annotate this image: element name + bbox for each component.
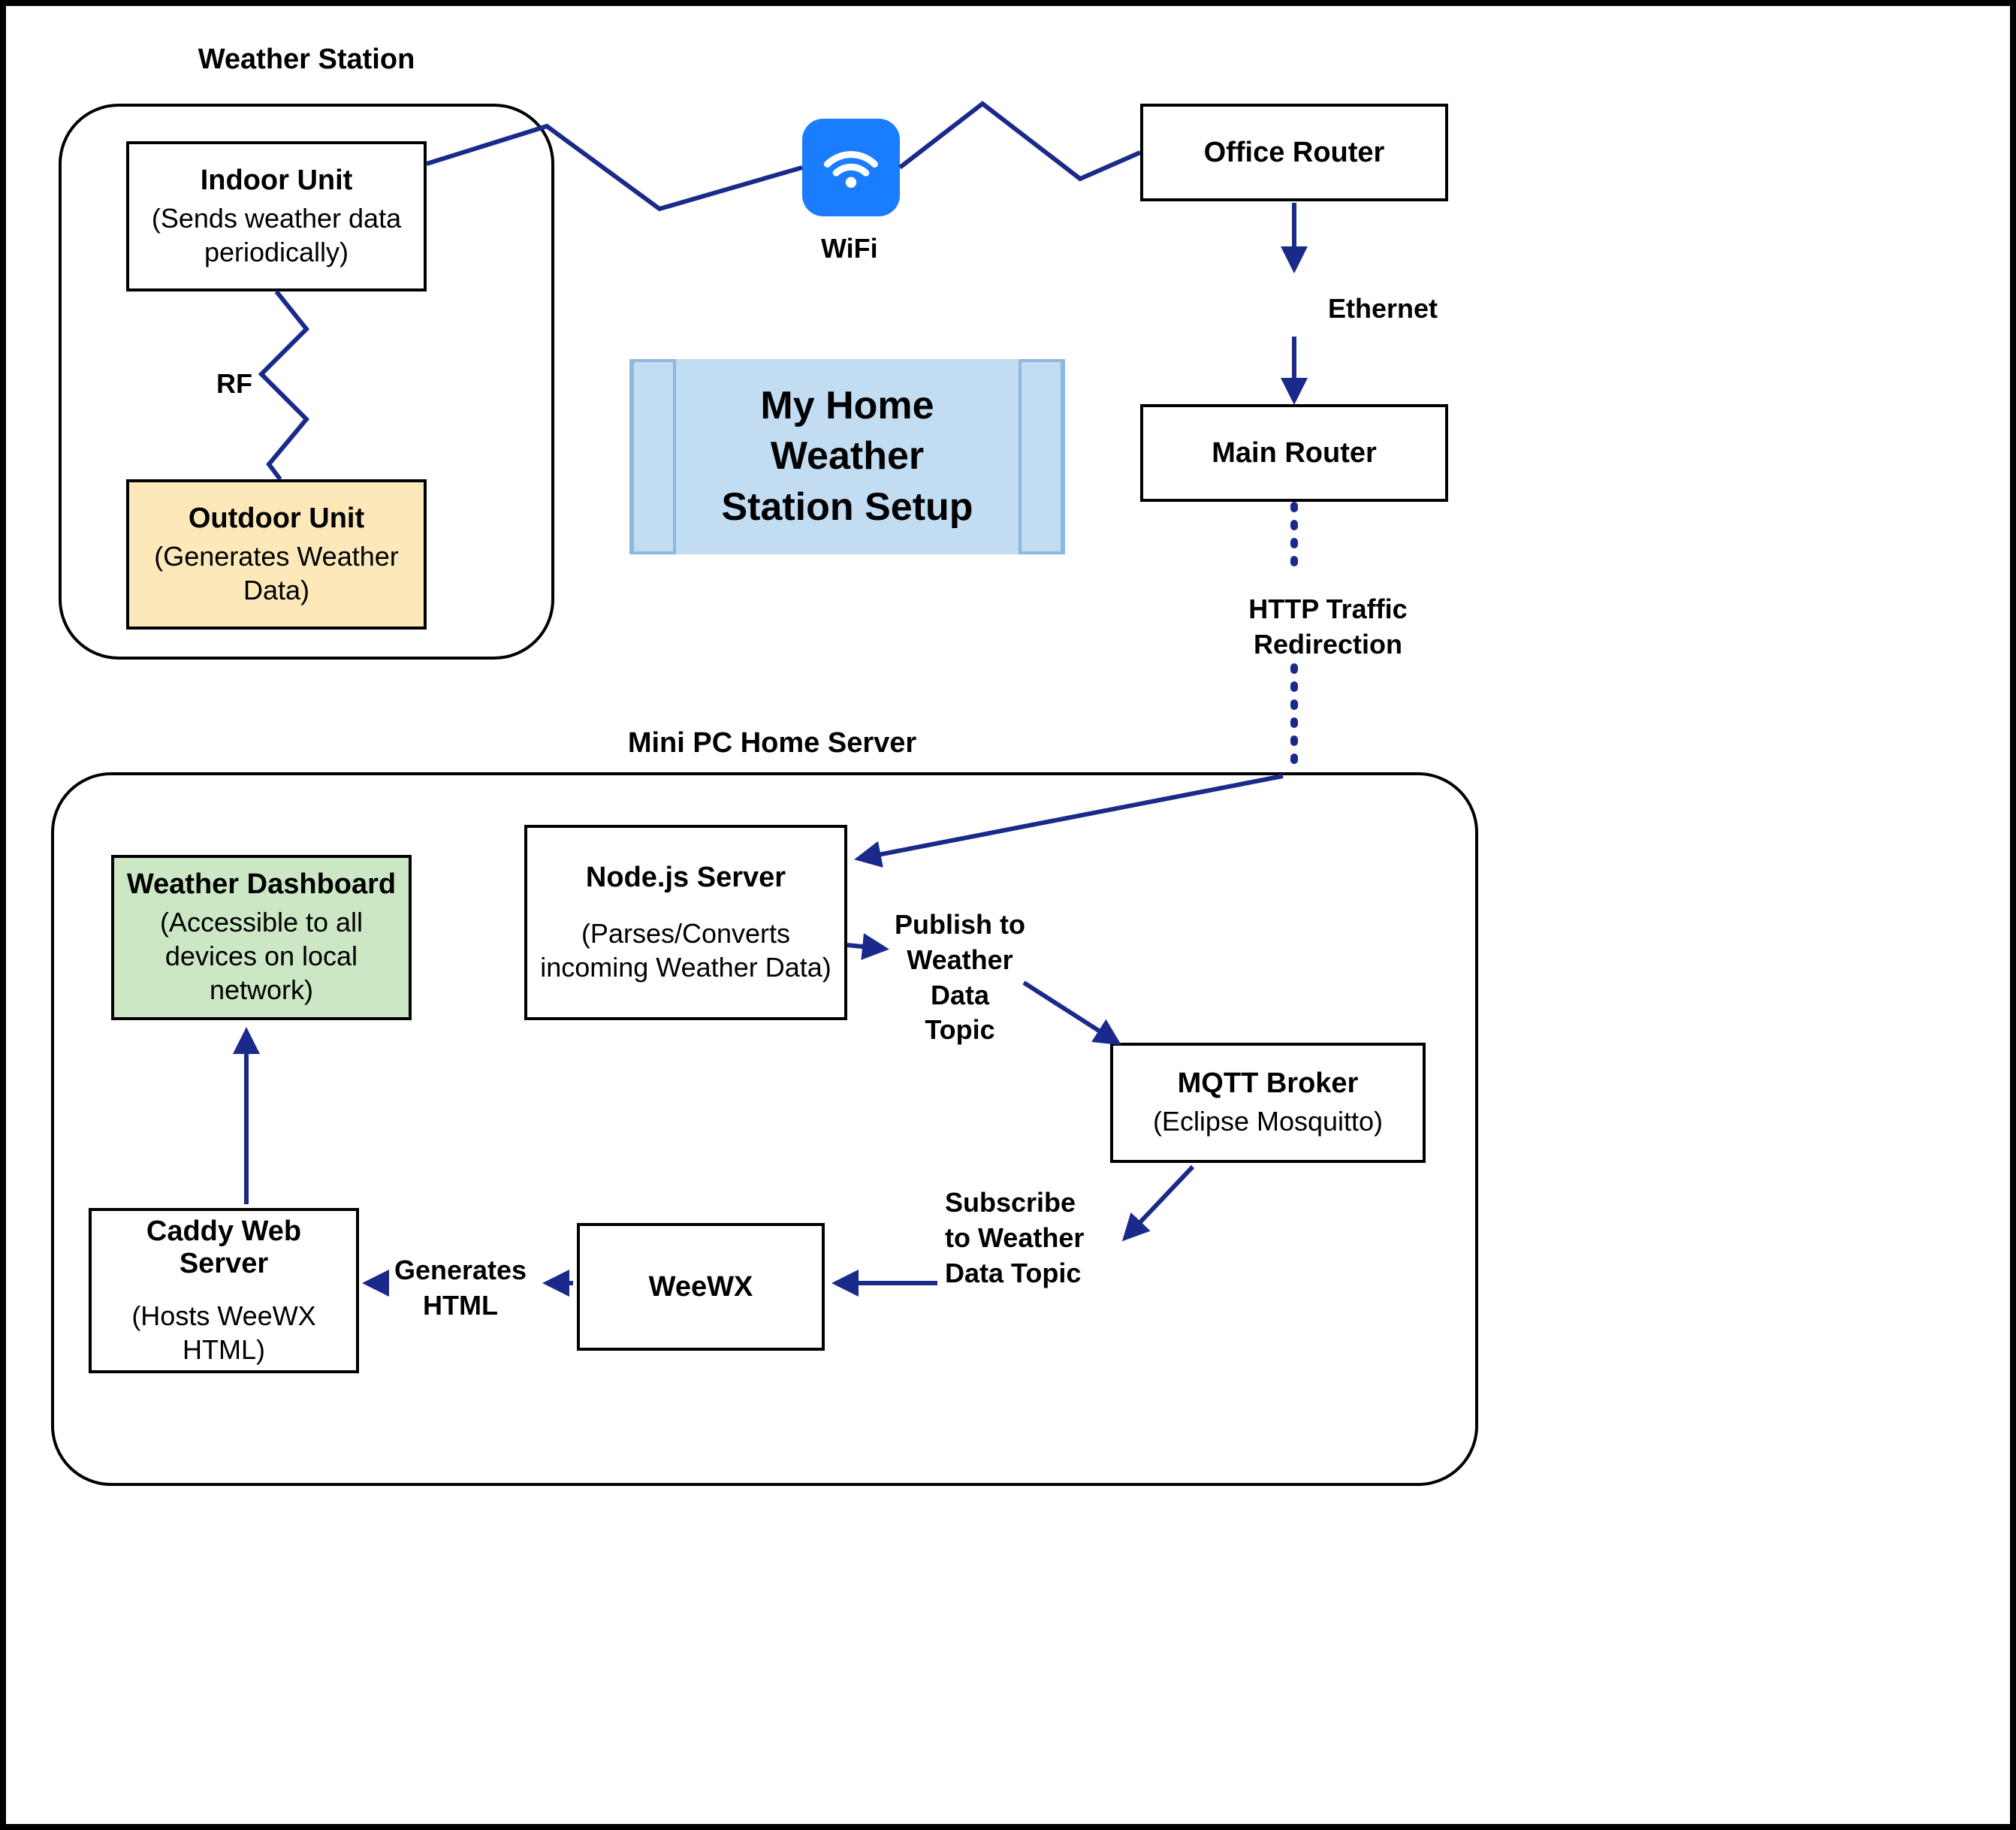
main-router-box: Main Router <box>1140 404 1448 502</box>
outdoor-unit-box: Outdoor Unit (Generates Weather Data) <box>126 479 427 630</box>
caddy-title: Caddy Web Server <box>99 1215 349 1280</box>
indoor-unit-box: Indoor Unit (Sends weather data periodic… <box>126 141 427 291</box>
nodejs-title: Node.js Server <box>586 862 786 894</box>
caddy-subtitle: (Hosts WeeWX HTML) <box>131 1299 315 1366</box>
wifi-icon <box>802 119 900 216</box>
diagram-canvas: Weather Station Indoor Unit (Sends weath… <box>0 0 2016 1830</box>
dashboard-subtitle: (Accessible to all devices on local netw… <box>160 905 363 1007</box>
mqtt-box: MQTT Broker (Eclipse Mosquitto) <box>1110 1043 1426 1163</box>
dashboard-box: Weather Dashboard (Accessible to all dev… <box>111 855 412 1020</box>
nodejs-subtitle: (Parses/Converts incoming Weather Data) <box>540 917 831 984</box>
diagram-title-box: My Home Weather Station Setup <box>629 359 1065 554</box>
publish-label: Publish to Weather Data Topic <box>877 907 1043 1048</box>
indoor-unit-subtitle: (Sends weather data periodically) <box>152 201 401 269</box>
caddy-box: Caddy Web Server (Hosts WeeWX HTML) <box>89 1208 359 1373</box>
ethernet-label: Ethernet <box>1328 291 1438 327</box>
weewx-box: WeeWX <box>577 1223 825 1351</box>
main-router-title: Main Router <box>1212 437 1377 470</box>
outdoor-unit-title: Outdoor Unit <box>189 503 364 535</box>
indoor-unit-title: Indoor Unit <box>201 165 353 197</box>
nodejs-box: Node.js Server (Parses/Converts incoming… <box>524 825 847 1020</box>
office-router-title: Office Router <box>1204 137 1385 169</box>
weather-station-title: Weather Station <box>186 44 427 76</box>
generates-html-label: Generates HTML <box>374 1253 547 1324</box>
wifi-label: WiFi <box>821 231 878 267</box>
dashboard-title: Weather Dashboard <box>127 868 396 901</box>
home-server-title: Mini PC Home Server <box>607 727 937 759</box>
office-router-box: Office Router <box>1140 104 1448 201</box>
outdoor-unit-subtitle: (Generates Weather Data) <box>154 539 399 607</box>
mqtt-subtitle: (Eclipse Mosquitto) <box>1153 1104 1383 1138</box>
subscribe-label: Subscribe to Weather Data Topic <box>945 1185 1125 1291</box>
rf-label: RF <box>216 367 252 402</box>
diagram-title-text: My Home Weather Station Setup <box>679 381 1016 533</box>
weewx-title: WeeWX <box>649 1271 753 1303</box>
http-redirect-label: HTTP Traffic Redirection <box>1193 592 1463 663</box>
mqtt-title: MQTT Broker <box>1178 1068 1359 1100</box>
